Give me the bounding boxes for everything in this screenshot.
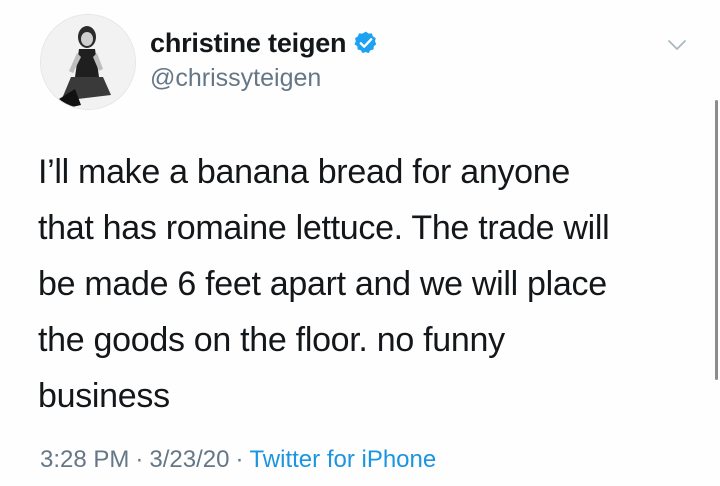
author-handle[interactable]: @chrissyteigen — [150, 64, 379, 93]
tweet-meta: 3:28 PM · 3/23/20 · Twitter for iPhone — [40, 446, 436, 474]
tweet-text: I’ll make a banana bread for anyone that… — [38, 153, 610, 415]
author-block: christine teigen @chrissyteigen — [150, 26, 379, 93]
avatar[interactable] — [40, 14, 136, 110]
avatar-photo — [41, 15, 135, 109]
tweet-card: christine teigen @chrissyteigen I’ll mak… — [0, 0, 720, 486]
meta-separator: · — [135, 446, 144, 473]
chevron-down-icon[interactable] — [666, 34, 688, 56]
scrollbar[interactable] — [715, 100, 718, 380]
meta-separator: · — [235, 446, 244, 473]
tweet-source-link[interactable]: Twitter for iPhone — [249, 446, 436, 473]
tweet-date[interactable]: 3/23/20 — [149, 446, 229, 473]
tweet-header: christine teigen @chrissyteigen — [40, 14, 700, 110]
author-display-name[interactable]: christine teigen — [150, 28, 347, 59]
verified-badge-icon — [353, 30, 379, 56]
author-name-row: christine teigen — [150, 26, 379, 60]
tweet-time[interactable]: 3:28 PM — [40, 446, 129, 473]
